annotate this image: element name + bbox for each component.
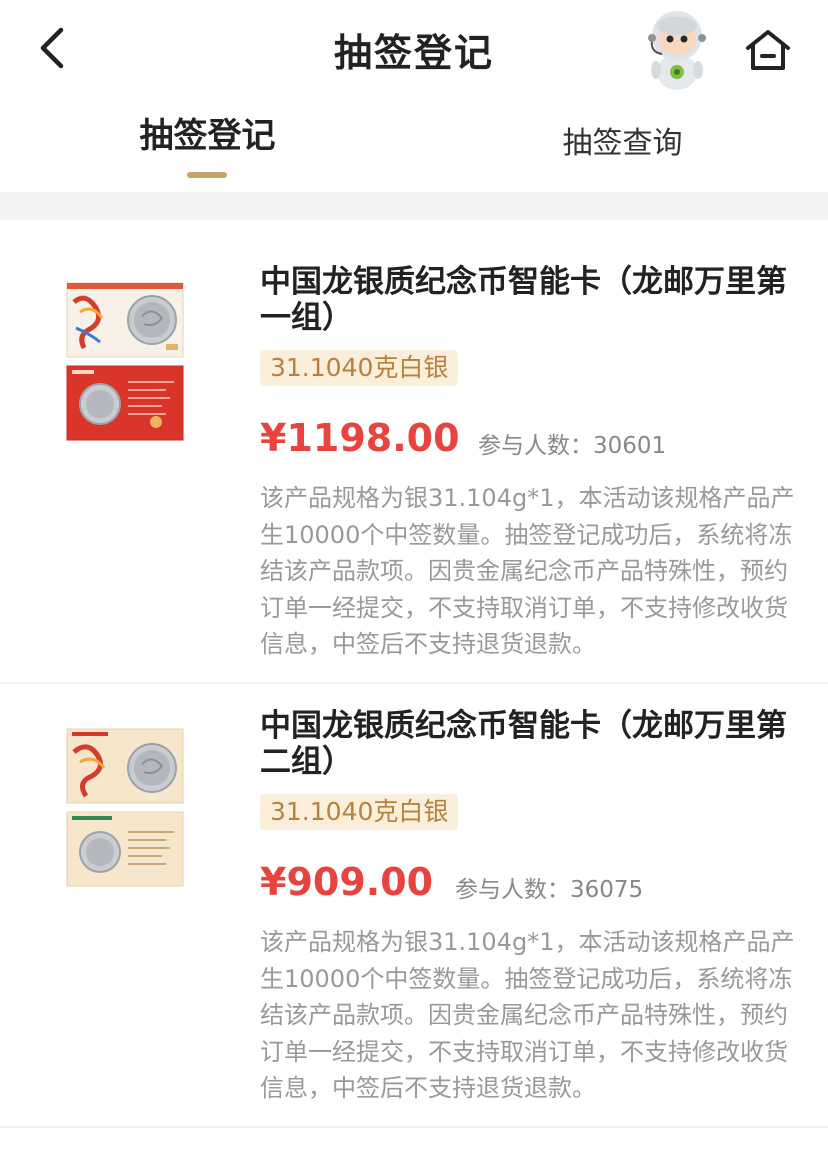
product-description: 该产品规格为银31.104g*1，本活动该规格产品产生10000个中签数量。抽签… xyxy=(260,928,795,1102)
tab-label: 抽签登记 xyxy=(139,116,276,156)
product-image[interactable] xyxy=(66,728,184,888)
product-title[interactable]: 中国龙银质纪念币智能卡（龙邮万里第一组） xyxy=(260,264,800,336)
tab-label: 抽签查询 xyxy=(562,126,683,161)
product-title[interactable]: 中国龙银质纪念币智能卡（龙邮万里第二组） xyxy=(260,708,800,780)
active-tab-indicator xyxy=(187,172,227,178)
robot-assistant-icon xyxy=(648,11,706,90)
participant-count: 参与人数：30601 xyxy=(478,433,667,459)
home-icon xyxy=(746,30,790,70)
spec-badge: 31.1040克白银 xyxy=(260,350,459,386)
spec-badge: 31.1040克白银 xyxy=(260,794,459,830)
product-card[interactable]: 中国龙银质纪念币智能卡（龙邮万里第一组） 31.1040克白银 ¥1198.00… xyxy=(0,220,828,682)
product-info: 中国龙银质纪念币智能卡（龙邮万里第二组） 31.1040克白银 ¥909.00 … xyxy=(260,708,800,1107)
app-root: 抽签登记 抽签登记 抽签查询 中国龙银质纪念币智能卡（龙邮万里第一组） 31.1… xyxy=(0,0,828,1158)
product-card[interactable]: 中国龙银质纪念币智能卡（龙邮万里第二组） 31.1040克白银 ¥909.00 … xyxy=(0,684,828,1124)
product-description: 该产品规格为银31.104g*1，本活动该规格产品产生10000个中签数量。抽签… xyxy=(260,484,795,658)
home-button[interactable] xyxy=(740,22,796,78)
header-bar: 抽签登记 xyxy=(0,0,828,100)
product-image[interactable] xyxy=(66,282,184,442)
price-row: ¥909.00 参与人数：36075 xyxy=(260,860,800,910)
product-image-graphic xyxy=(66,282,184,441)
tab-lottery-register[interactable]: 抽签登记 xyxy=(120,114,295,184)
tab-lottery-query[interactable]: 抽签查询 xyxy=(535,114,710,184)
product-info: 中国龙银质纪念币智能卡（龙邮万里第一组） 31.1040克白银 ¥1198.00… xyxy=(260,264,800,663)
product-image-graphic xyxy=(66,728,184,887)
assistant-button[interactable] xyxy=(640,8,714,92)
section-separator xyxy=(0,192,828,220)
tab-bar: 抽签登记 抽签查询 xyxy=(0,100,828,192)
participant-count: 参与人数：36075 xyxy=(455,877,644,903)
price-row: ¥1198.00 参与人数：30601 xyxy=(260,416,800,466)
product-price: ¥909.00 xyxy=(260,860,434,904)
card-divider xyxy=(0,1126,828,1128)
product-price: ¥1198.00 xyxy=(260,416,460,460)
